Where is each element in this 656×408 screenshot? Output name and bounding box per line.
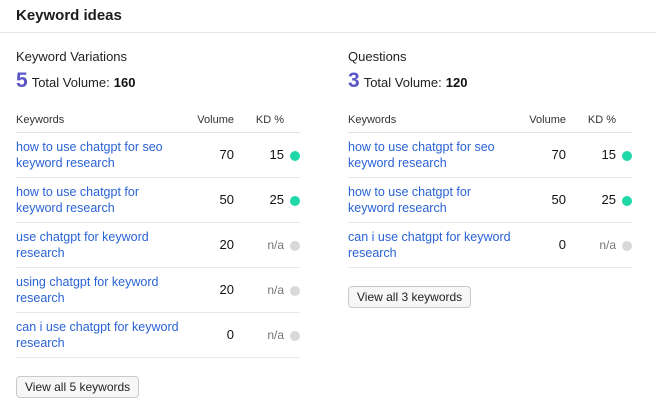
keyword-count: 3 xyxy=(348,69,360,92)
volume-value: 0 xyxy=(558,237,566,252)
keyword-link[interactable]: use chatgpt for keyword research xyxy=(16,229,188,261)
total-volume-label: Total Volume: xyxy=(31,75,110,90)
table-row: how to use chatgpt for seo keyword resea… xyxy=(348,133,632,178)
table-row: can i use chatgpt for keyword research 0… xyxy=(16,313,300,358)
table-row: use chatgpt for keyword research 20 n/a xyxy=(16,223,300,268)
card-title: Keyword ideas xyxy=(16,7,122,24)
kd-value: 25 xyxy=(601,192,616,207)
kd-value: n/a xyxy=(267,238,284,252)
column-header-keywords: Keywords xyxy=(348,114,397,126)
keyword-link[interactable]: how to use chatgpt for keyword research xyxy=(348,184,520,216)
keyword-link[interactable]: using chatgpt for keyword research xyxy=(16,274,188,306)
volume-value: 20 xyxy=(219,282,234,297)
total-volume-value: 120 xyxy=(445,75,468,90)
kd-value: 15 xyxy=(269,147,284,162)
keyword-count: 5 xyxy=(16,69,28,92)
table-row: how to use chatgpt for seo keyword resea… xyxy=(16,133,300,178)
kd-value: n/a xyxy=(267,328,284,342)
column-header-kd: KD % xyxy=(587,114,616,126)
kd-value: 25 xyxy=(269,192,284,207)
keyword-link[interactable]: how to use chatgpt for seo keyword resea… xyxy=(348,139,520,171)
keyword-link[interactable]: how to use chatgpt for seo keyword resea… xyxy=(16,139,188,171)
total-volume-value: 160 xyxy=(113,75,136,90)
kd-status-dot-icon xyxy=(622,241,632,251)
column-header-kd: KD % xyxy=(255,114,284,126)
kd-status-dot-icon xyxy=(622,151,632,161)
table-row: can i use chatgpt for keyword research 0… xyxy=(348,223,632,268)
kd-status-dot-icon xyxy=(290,331,300,341)
kd-value: n/a xyxy=(267,283,284,297)
total-volume-label: Total Volume: xyxy=(363,75,442,90)
panel-title: Keyword Variations xyxy=(16,49,128,64)
column-header-volume: Volume xyxy=(529,114,566,126)
kd-value: n/a xyxy=(599,238,616,252)
volume-value: 70 xyxy=(551,147,566,162)
volume-value: 50 xyxy=(219,192,234,207)
keywords-table: Keywords Volume KD % how to use chatgpt … xyxy=(348,109,632,268)
kd-value: 15 xyxy=(601,147,616,162)
volume-value: 20 xyxy=(219,237,234,252)
table-header: Keywords Volume KD % xyxy=(16,109,300,133)
view-all-keywords-button[interactable]: View all 5 keywords xyxy=(16,376,140,398)
keyword-link[interactable]: can i use chatgpt for keyword research xyxy=(348,229,520,261)
table-row: how to use chatgpt for keyword research … xyxy=(16,178,300,223)
keyword-link[interactable]: how to use chatgpt for keyword research xyxy=(16,184,188,216)
panel-summary: 5 Total Volume: 160 xyxy=(16,69,135,93)
kd-status-dot-icon xyxy=(290,151,300,161)
volume-value: 70 xyxy=(219,147,234,162)
keyword-link[interactable]: can i use chatgpt for keyword research xyxy=(16,319,188,351)
kd-status-dot-icon xyxy=(290,241,300,251)
kd-status-dot-icon xyxy=(622,196,632,206)
keywords-table: Keywords Volume KD % how to use chatgpt … xyxy=(16,109,300,358)
volume-value: 0 xyxy=(226,327,234,342)
kd-status-dot-icon xyxy=(290,286,300,296)
card-header: Keyword ideas xyxy=(0,0,656,33)
table-row: how to use chatgpt for keyword research … xyxy=(348,178,632,223)
volume-value: 50 xyxy=(551,192,566,207)
column-header-volume: Volume xyxy=(197,114,234,126)
table-row: using chatgpt for keyword research 20 n/… xyxy=(16,268,300,313)
panel-title: Questions xyxy=(348,49,407,64)
view-all-keywords-button[interactable]: View all 3 keywords xyxy=(348,286,472,308)
panel-summary: 3 Total Volume: 120 xyxy=(348,69,467,93)
kd-status-dot-icon xyxy=(290,196,300,206)
table-header: Keywords Volume KD % xyxy=(348,109,632,133)
column-header-keywords: Keywords xyxy=(16,114,65,126)
